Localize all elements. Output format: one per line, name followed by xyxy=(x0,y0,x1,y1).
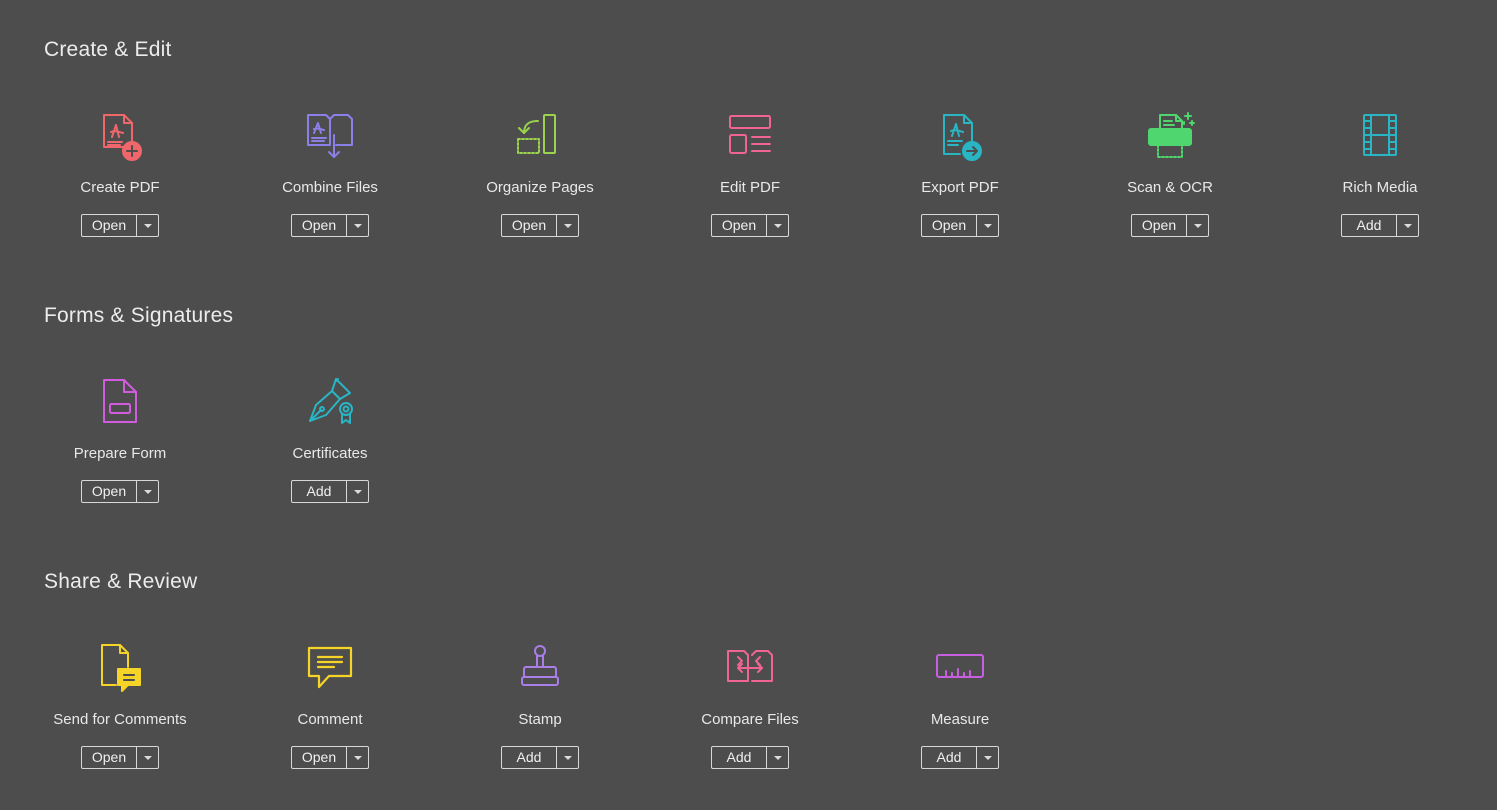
open-button[interactable]: Open xyxy=(81,214,159,237)
tool-label: Organize Pages xyxy=(486,179,594,196)
tool-stamp[interactable]: Stamp Add xyxy=(450,643,630,793)
certificates-icon xyxy=(304,377,356,429)
chevron-down-icon[interactable] xyxy=(137,481,158,502)
tool-label: Create PDF xyxy=(80,179,160,196)
tool-label: Combine Files xyxy=(282,179,378,196)
scan-ocr-icon xyxy=(1144,111,1196,163)
tool-comment[interactable]: Comment Open xyxy=(240,643,420,793)
chevron-down-icon[interactable] xyxy=(767,215,788,236)
open-action[interactable]: Open xyxy=(1132,215,1187,236)
tool-edit-pdf[interactable]: Edit PDF Open xyxy=(660,111,840,261)
open-button[interactable]: Open xyxy=(921,214,999,237)
open-button[interactable]: Open xyxy=(501,214,579,237)
section-title-create-edit: Create & Edit xyxy=(44,38,172,61)
add-action[interactable]: Add xyxy=(712,747,767,768)
tool-send-for-comments[interactable]: Send for Comments Open xyxy=(30,643,210,793)
tool-label: Prepare Form xyxy=(73,445,167,462)
add-button[interactable]: Add xyxy=(1341,214,1419,237)
open-action[interactable]: Open xyxy=(82,481,137,502)
tool-label: Compare Files xyxy=(701,711,799,728)
add-action[interactable]: Add xyxy=(502,747,557,768)
section-title-forms-signatures: Forms & Signatures xyxy=(44,304,234,327)
chevron-down-icon[interactable] xyxy=(347,481,368,502)
chevron-down-icon[interactable] xyxy=(137,215,158,236)
open-action[interactable]: Open xyxy=(502,215,557,236)
open-button[interactable]: Open xyxy=(81,746,159,769)
add-button[interactable]: Add xyxy=(291,480,369,503)
chevron-down-icon[interactable] xyxy=(347,215,368,236)
export-pdf-icon xyxy=(934,111,986,163)
add-button[interactable]: Add xyxy=(921,746,999,769)
tool-label: Measure xyxy=(930,711,990,728)
chevron-down-icon[interactable] xyxy=(767,747,788,768)
tool-export-pdf[interactable]: Export PDF Open xyxy=(870,111,1050,261)
chevron-down-icon[interactable] xyxy=(977,747,998,768)
compare-files-icon xyxy=(724,643,776,695)
open-action[interactable]: Open xyxy=(82,747,137,768)
open-action[interactable]: Open xyxy=(292,215,347,236)
tool-label: Edit PDF xyxy=(719,179,780,196)
tool-label: Rich Media xyxy=(1342,179,1418,196)
open-action[interactable]: Open xyxy=(82,215,137,236)
open-button[interactable]: Open xyxy=(81,480,159,503)
tool-label: Certificates xyxy=(292,445,368,462)
chevron-down-icon[interactable] xyxy=(557,215,578,236)
stamp-icon xyxy=(514,643,566,695)
organize-pages-icon xyxy=(514,111,566,163)
combine-files-icon xyxy=(304,111,356,163)
tool-label: Scan & OCR xyxy=(1127,179,1213,196)
chevron-down-icon[interactable] xyxy=(137,747,158,768)
add-button[interactable]: Add xyxy=(711,746,789,769)
add-action[interactable]: Add xyxy=(922,747,977,768)
edit-pdf-icon xyxy=(724,111,776,163)
tool-label: Send for Comments xyxy=(53,711,187,728)
tool-label: Comment xyxy=(297,711,363,728)
tool-scan-ocr[interactable]: Scan & OCR Open xyxy=(1080,111,1260,261)
open-button[interactable]: Open xyxy=(291,214,369,237)
tool-compare-files[interactable]: Compare Files Add xyxy=(660,643,840,793)
rich-media-icon xyxy=(1354,111,1406,163)
open-action[interactable]: Open xyxy=(292,747,347,768)
open-action[interactable]: Open xyxy=(922,215,977,236)
open-button[interactable]: Open xyxy=(711,214,789,237)
tool-prepare-form[interactable]: Prepare Form Open xyxy=(30,377,210,527)
tool-rich-media[interactable]: Rich Media Add xyxy=(1290,111,1470,261)
measure-icon xyxy=(934,643,986,695)
create-pdf-icon xyxy=(94,111,146,163)
tool-create-pdf[interactable]: Create PDF Open xyxy=(30,111,210,261)
add-button[interactable]: Add xyxy=(501,746,579,769)
chevron-down-icon[interactable] xyxy=(557,747,578,768)
tool-label: Stamp xyxy=(518,711,562,728)
open-button[interactable]: Open xyxy=(291,746,369,769)
tool-organize-pages[interactable]: Organize Pages Open xyxy=(450,111,630,261)
chevron-down-icon[interactable] xyxy=(977,215,998,236)
chevron-down-icon[interactable] xyxy=(347,747,368,768)
tool-measure[interactable]: Measure Add xyxy=(870,643,1050,793)
chevron-down-icon[interactable] xyxy=(1187,215,1208,236)
send-for-comments-icon xyxy=(94,643,146,695)
comment-icon xyxy=(304,643,356,695)
section-title-share-review: Share & Review xyxy=(44,570,198,593)
open-button[interactable]: Open xyxy=(1131,214,1209,237)
chevron-down-icon[interactable] xyxy=(1397,215,1418,236)
tool-label: Export PDF xyxy=(921,179,999,196)
add-action[interactable]: Add xyxy=(292,481,347,502)
open-action[interactable]: Open xyxy=(712,215,767,236)
add-action[interactable]: Add xyxy=(1342,215,1397,236)
tool-combine-files[interactable]: Combine Files Open xyxy=(240,111,420,261)
tool-certificates[interactable]: Certificates Add xyxy=(240,377,420,527)
prepare-form-icon xyxy=(94,377,146,429)
